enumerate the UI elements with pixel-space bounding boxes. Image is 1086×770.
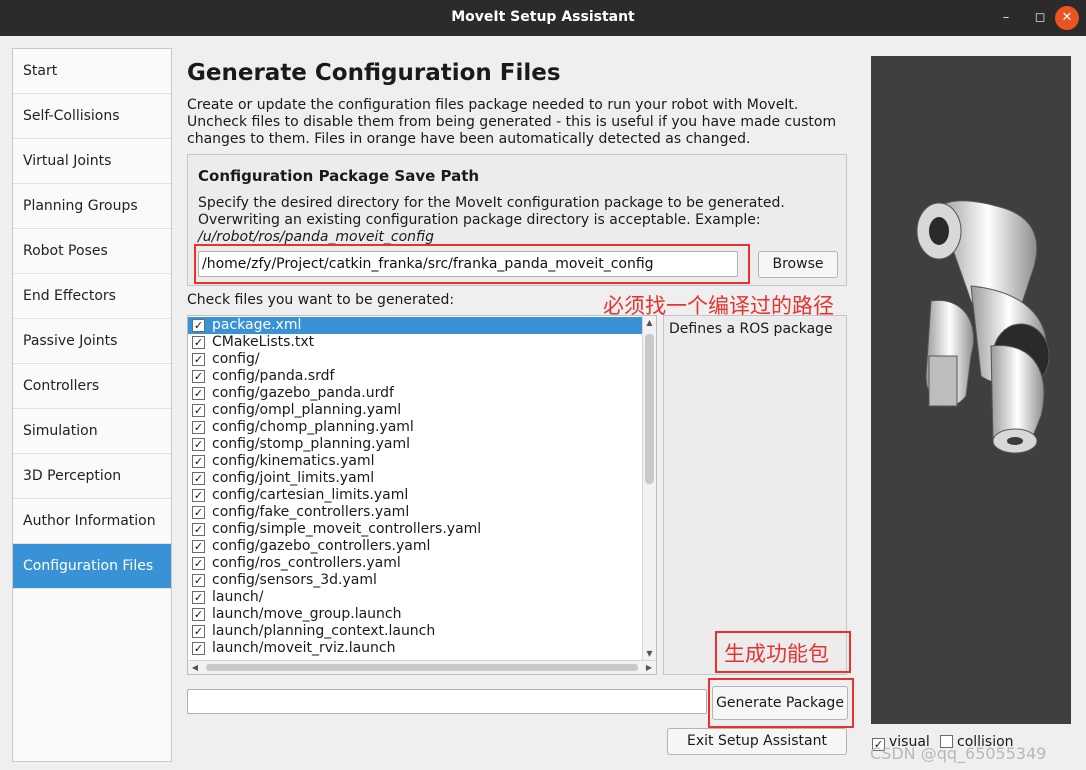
list-item[interactable]: ✓ launch/ <box>188 589 644 606</box>
file-detail-pane: Defines a ROS package <box>663 315 847 675</box>
generate-annotation-text: 生成功能包 <box>724 642 829 666</box>
sidebar-item-passive-joints[interactable]: Passive Joints <box>13 319 171 364</box>
list-item[interactable]: ✓ config/ <box>188 351 644 368</box>
file-checkbox[interactable]: ✓ <box>192 319 205 332</box>
progress-field <box>187 689 707 714</box>
file-checkbox[interactable]: ✓ <box>192 574 205 587</box>
file-list-vertical-scrollbar[interactable]: ▲ ▼ <box>642 316 656 661</box>
exit-button[interactable]: Exit Setup Assistant <box>667 728 847 755</box>
file-checkbox[interactable]: ✓ <box>192 353 205 366</box>
sidebar-item-planning-groups[interactable]: Planning Groups <box>13 184 171 229</box>
page-title: Generate Configuration Files <box>187 60 561 86</box>
list-item[interactable]: ✓ config/ros_controllers.yaml <box>188 555 644 572</box>
sidebar-item-robot-poses[interactable]: Robot Poses <box>13 229 171 274</box>
file-checkbox[interactable]: ✓ <box>192 557 205 570</box>
list-item[interactable]: ✓ package.xml <box>188 317 644 334</box>
sidebar-item-virtual-joints[interactable]: Virtual Joints <box>13 139 171 184</box>
file-checkbox[interactable]: ✓ <box>192 642 205 655</box>
list-item[interactable]: ✓ config/panda.srdf <box>188 368 644 385</box>
list-item[interactable]: ✓ launch/move_group.launch <box>188 606 644 623</box>
window-title: MoveIt Setup Assistant <box>451 9 635 25</box>
sidebar: Start Self-Collisions Virtual Joints Pla… <box>12 48 172 762</box>
save-path-title: Configuration Package Save Path <box>198 167 480 185</box>
page-description: Create or update the configuration files… <box>187 97 837 147</box>
robot-viewport[interactable] <box>871 56 1071 724</box>
scroll-left-icon[interactable]: ◀ <box>188 661 202 674</box>
file-checkbox[interactable]: ✓ <box>192 523 205 536</box>
minimize-icon[interactable]: – <box>994 6 1018 30</box>
list-item[interactable]: ✓ config/stomp_planning.yaml <box>188 436 644 453</box>
list-item[interactable]: ✓ config/cartesian_limits.yaml <box>188 487 644 504</box>
sidebar-item-author-information[interactable]: Author Information <box>13 499 171 544</box>
list-item[interactable]: ✓ config/chomp_planning.yaml <box>188 419 644 436</box>
path-annotation-box <box>194 244 750 284</box>
file-checkbox[interactable]: ✓ <box>192 438 205 451</box>
file-checkbox[interactable]: ✓ <box>192 591 205 604</box>
maximize-icon[interactable]: ◻ <box>1028 6 1052 30</box>
sidebar-item-3d-perception[interactable]: 3D Perception <box>13 454 171 499</box>
list-item[interactable]: ✓ config/sensors_3d.yaml <box>188 572 644 589</box>
list-item[interactable]: ✓ config/ompl_planning.yaml <box>188 402 644 419</box>
list-item[interactable]: ✓ config/joint_limits.yaml <box>188 470 644 487</box>
scroll-down-icon[interactable]: ▼ <box>643 647 656 661</box>
file-checkbox[interactable]: ✓ <box>192 625 205 638</box>
scrollbar-thumb[interactable] <box>645 334 654 484</box>
sidebar-item-end-effectors[interactable]: End Effectors <box>13 274 171 319</box>
file-list-label: Check files you want to be generated: <box>187 292 455 308</box>
file-checkbox[interactable]: ✓ <box>192 404 205 417</box>
list-item[interactable]: ✓ CMakeLists.txt <box>188 334 644 351</box>
list-item[interactable]: ✓ launch/moveit_rviz.launch <box>188 640 644 657</box>
watermark: CSDN @qq_65055349 <box>870 744 1047 763</box>
path-annotation-text: 必须找一个编译过的路径 <box>603 294 834 318</box>
file-checkbox[interactable]: ✓ <box>192 421 205 434</box>
file-checkbox[interactable]: ✓ <box>192 489 205 502</box>
list-item[interactable]: ✓ launch/planning_context.launch <box>188 623 644 640</box>
file-checkbox[interactable]: ✓ <box>192 506 205 519</box>
scroll-right-icon[interactable]: ▶ <box>642 661 656 674</box>
file-detail-text: Defines a ROS package <box>669 321 833 337</box>
file-checkbox[interactable]: ✓ <box>192 472 205 485</box>
file-checkbox[interactable]: ✓ <box>192 387 205 400</box>
sidebar-item-configuration-files[interactable]: Configuration Files <box>13 544 171 589</box>
sidebar-item-controllers[interactable]: Controllers <box>13 364 171 409</box>
file-checkbox[interactable]: ✓ <box>192 455 205 468</box>
list-item[interactable]: ✓ config/fake_controllers.yaml <box>188 504 644 521</box>
file-checkbox[interactable]: ✓ <box>192 540 205 553</box>
file-checkbox[interactable]: ✓ <box>192 336 205 349</box>
list-item[interactable]: ✓ config/gazebo_controllers.yaml <box>188 538 644 555</box>
file-list[interactable]: ✓ package.xml ✓ CMakeLists.txt ✓ config/ ✓ c… <box>187 315 657 675</box>
sidebar-item-self-collisions[interactable]: Self-Collisions <box>13 94 171 139</box>
robot-arm-render <box>916 200 1050 454</box>
list-item[interactable]: ✓ config/kinematics.yaml <box>188 453 644 470</box>
save-path-example: /u/robot/ros/panda_moveit_config <box>198 229 434 245</box>
file-checkbox[interactable]: ✓ <box>192 608 205 621</box>
browse-button[interactable]: Browse <box>758 251 838 278</box>
close-icon[interactable]: ✕ <box>1055 6 1079 30</box>
save-path-description: Specify the desired directory for the Mo… <box>198 195 785 245</box>
file-list-horizontal-scrollbar[interactable]: ◀ ▶ <box>188 660 656 674</box>
list-item[interactable]: ✓ config/gazebo_panda.urdf <box>188 385 644 402</box>
sidebar-item-simulation[interactable]: Simulation <box>13 409 171 454</box>
sidebar-item-start[interactable]: Start <box>13 49 171 94</box>
file-checkbox[interactable]: ✓ <box>192 370 205 383</box>
generate-annotation-box <box>708 678 854 728</box>
scrollbar-thumb[interactable] <box>206 664 638 671</box>
title-bar: MoveIt Setup Assistant – ◻ ✕ <box>0 0 1086 36</box>
list-item[interactable]: ✓ config/simple_moveit_controllers.yaml <box>188 521 644 538</box>
